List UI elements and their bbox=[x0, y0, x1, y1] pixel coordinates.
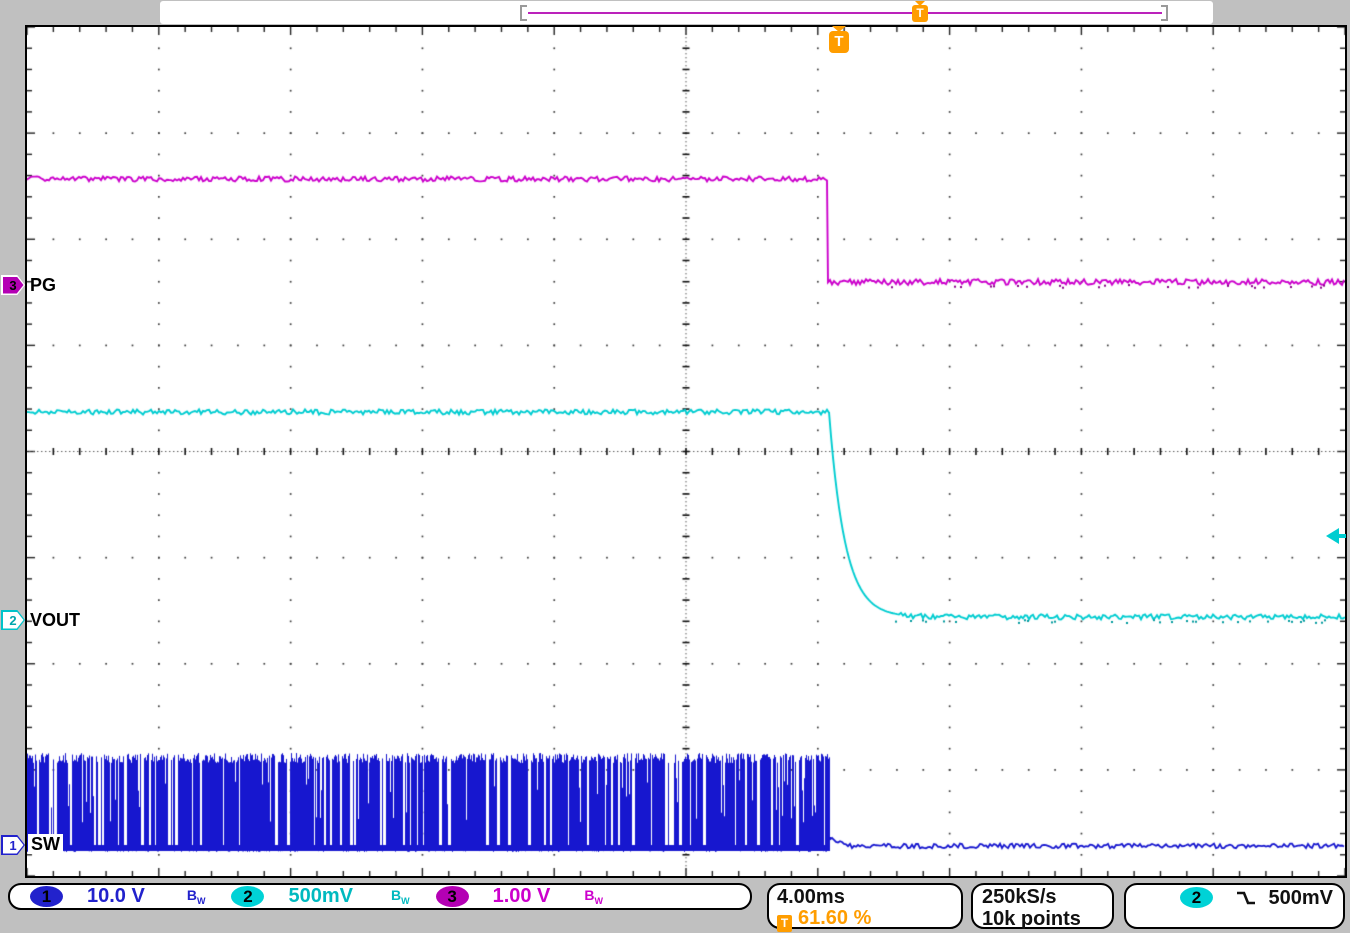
trigger-level-readout: 500mV bbox=[1269, 887, 1334, 910]
trigger-t-icon: T bbox=[829, 31, 849, 53]
acquisition-window-left-bracket bbox=[520, 5, 527, 21]
acquisition-window-right-bracket bbox=[1161, 5, 1168, 21]
trigger-t-icon: T bbox=[912, 5, 928, 22]
falling-edge-icon bbox=[1235, 889, 1257, 907]
channel3-badge[interactable]: 3 bbox=[436, 886, 469, 907]
channel2-scale[interactable]: 500mV bbox=[288, 885, 353, 908]
oscilloscope-screen: T T 3 PG 2 VOUT 1 SW 1 10.0 V BW 2 500mV… bbox=[0, 0, 1350, 933]
channel-readout-bar: 1 10.0 V BW 2 500mV BW 3 1.00 V BW bbox=[8, 883, 752, 910]
record-length: 10k points bbox=[982, 908, 1103, 930]
trigger-time-marker[interactable]: T bbox=[828, 26, 850, 56]
channel1-bandwidth-icon: BW bbox=[187, 887, 206, 906]
channel2-bandwidth-icon: BW bbox=[391, 887, 410, 906]
acquisition-preview-bar: T bbox=[160, 1, 1213, 24]
acquisition-readout[interactable]: 250kS/s 10k points bbox=[971, 883, 1114, 929]
trigger-source-badge: 2 bbox=[1180, 887, 1213, 908]
channel3-reference-marker[interactable]: 3 bbox=[1, 275, 25, 295]
acquisition-record-line bbox=[528, 12, 1162, 14]
channel1-reference-marker[interactable]: 1 bbox=[1, 835, 25, 855]
sample-rate: 250kS/s bbox=[982, 886, 1103, 908]
channel3-scale[interactable]: 1.00 V bbox=[493, 885, 551, 908]
trigger-position-indicator[interactable]: T bbox=[912, 1, 928, 24]
graticule bbox=[25, 25, 1347, 878]
timebase-scale: 4.00ms bbox=[777, 886, 953, 908]
trigger-level-marker[interactable] bbox=[1326, 528, 1339, 544]
channel3-bandwidth-icon: BW bbox=[584, 887, 603, 906]
waveform-canvas bbox=[27, 27, 1345, 876]
timebase-readout[interactable]: 4.00ms T 61.60 % bbox=[767, 883, 963, 929]
trigger-t-icon: T bbox=[777, 915, 792, 932]
channel3-label: PG bbox=[30, 275, 56, 295]
channel1-scale[interactable]: 10.0 V bbox=[87, 885, 145, 908]
trigger-readout[interactable]: 2 500mV bbox=[1124, 883, 1345, 929]
channel2-badge[interactable]: 2 bbox=[231, 886, 264, 907]
channel2-label: VOUT bbox=[30, 610, 80, 630]
channel2-reference-marker[interactable]: 2 bbox=[1, 610, 25, 630]
channel1-badge[interactable]: 1 bbox=[30, 886, 63, 907]
channel1-label: SW bbox=[28, 834, 63, 854]
trigger-position-readout: 61.60 % bbox=[798, 907, 871, 929]
